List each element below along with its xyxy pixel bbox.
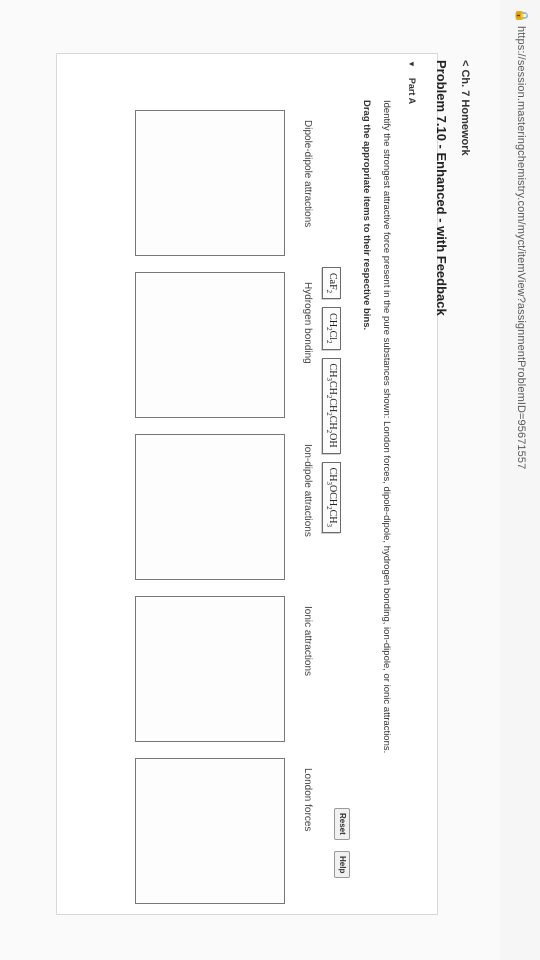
- token-caf2[interactable]: CaF2: [322, 267, 341, 300]
- token-butanol[interactable]: CH3CH2CH2CH2OH: [322, 357, 341, 454]
- bin-label-ion-dipole: Ion-dipole attractions: [302, 444, 313, 537]
- bin-dipole-dipole[interactable]: [135, 110, 285, 256]
- part-toggle[interactable]: ▼ Part A: [407, 60, 417, 104]
- token-ch2cl2[interactable]: CH2Cl2: [322, 307, 341, 350]
- drag-instructions: Drag the appropriate items to their resp…: [361, 100, 372, 331]
- bin-label-dipole-dipole: Dipole-dipole attractions: [302, 120, 313, 228]
- back-link[interactable]: < Ch. 7 Homework: [459, 60, 471, 156]
- help-button[interactable]: Help: [334, 851, 350, 879]
- bin-label-hydrogen-bonding: Hydrogen bonding: [302, 282, 313, 364]
- bins-area: Dipole-dipole attractions Hydrogen bondi…: [0, 110, 315, 915]
- bin-london[interactable]: [135, 758, 285, 904]
- url-text[interactable]: https://session.masteringchemistry.com/m…: [515, 26, 527, 469]
- page: < Ch. 7 Homework Problem 7.10 - Enhanced…: [0, 0, 500, 960]
- draggable-items: CaF2 CH2Cl2 CH3CH2CH2CH2OH CH3OCH2CH3: [322, 267, 341, 534]
- lock-icon: 🔒: [515, 8, 529, 23]
- question-instructions: Identify the strongest attractive force …: [381, 100, 392, 754]
- part-label: Part A: [407, 77, 417, 105]
- bin-ion-dipole[interactable]: [135, 434, 285, 580]
- collapse-triangle-icon: ▼: [407, 60, 416, 68]
- bin-label-ionic: Ionic attractions: [302, 606, 313, 677]
- problem-title: Problem 7.10 - Enhanced - with Feedback: [434, 60, 449, 316]
- screen: 🔒 https://session.masteringchemistry.com…: [0, 0, 540, 960]
- reset-button[interactable]: Reset: [334, 808, 350, 840]
- token-methoxyethane[interactable]: CH3OCH2CH3: [322, 461, 341, 534]
- address-bar[interactable]: 🔒 https://session.masteringchemistry.com…: [499, 0, 540, 960]
- bin-ionic[interactable]: [135, 596, 285, 742]
- bin-label-london: London forces: [302, 768, 313, 832]
- bin-hydrogen-bonding[interactable]: [135, 272, 285, 418]
